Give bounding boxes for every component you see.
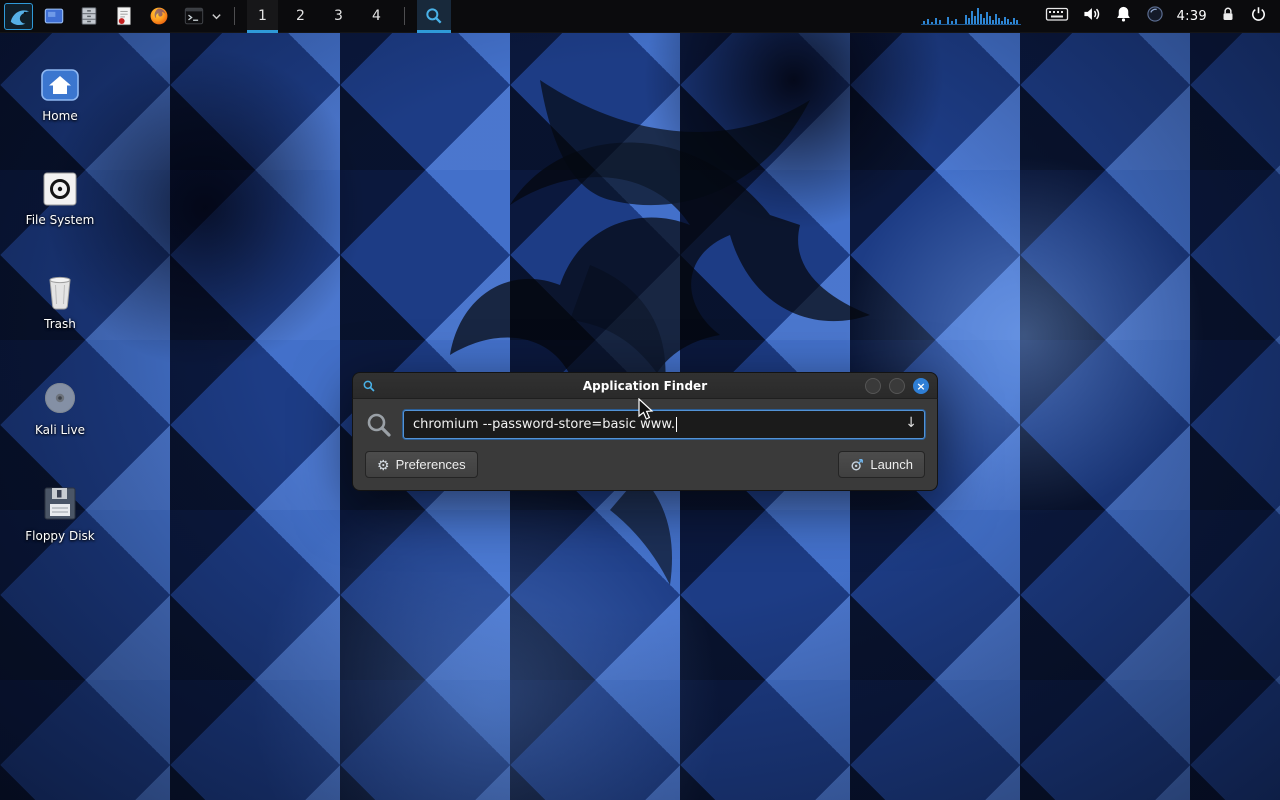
firefox-button[interactable] bbox=[145, 3, 173, 29]
notifications-applet[interactable] bbox=[1114, 4, 1133, 28]
kali-logo-icon bbox=[8, 5, 30, 27]
close-button[interactable]: × bbox=[913, 378, 929, 394]
command-input[interactable]: chromium --password-store=basic www. ↓ bbox=[403, 410, 925, 439]
workspace-3[interactable]: 3 bbox=[323, 0, 354, 33]
bell-icon bbox=[1114, 4, 1133, 24]
floppy-icon bbox=[10, 478, 110, 524]
status-tray-icon bbox=[1145, 4, 1165, 24]
power-icon bbox=[1249, 4, 1268, 24]
document-icon bbox=[113, 5, 135, 27]
volume-control[interactable] bbox=[1081, 4, 1102, 28]
launch-button[interactable]: Launch bbox=[838, 451, 925, 478]
desktop-icon-label: Kali Live bbox=[10, 423, 110, 437]
keyboard-indicator[interactable] bbox=[1045, 4, 1069, 28]
workspace-1[interactable]: 1 bbox=[247, 0, 278, 33]
desktop-window-icon bbox=[43, 5, 65, 27]
search-icon-large bbox=[365, 411, 393, 439]
dropdown-arrow-icon[interactable]: ↓ bbox=[905, 415, 917, 431]
show-desktop-button[interactable] bbox=[40, 3, 68, 29]
status-tray[interactable] bbox=[1145, 4, 1165, 28]
preferences-button-label: Preferences bbox=[396, 457, 466, 472]
firefox-icon bbox=[148, 5, 170, 27]
maximize-button[interactable] bbox=[889, 378, 905, 394]
panel-right: 4:39 bbox=[921, 0, 1276, 32]
workspace-2[interactable]: 2 bbox=[285, 0, 316, 33]
preferences-button[interactable]: ⚙ Preferences bbox=[365, 451, 478, 478]
desktop-icon-home[interactable]: Home bbox=[10, 58, 110, 123]
file-cabinet-icon bbox=[78, 5, 100, 27]
mouse-cursor bbox=[637, 398, 655, 422]
taskbar-application-finder-button[interactable] bbox=[417, 0, 451, 33]
applications-menu-button[interactable] bbox=[4, 3, 33, 30]
home-icon bbox=[10, 58, 110, 104]
desktop-icon-trash[interactable]: Trash bbox=[10, 266, 110, 331]
launch-button-label: Launch bbox=[870, 457, 913, 472]
file-manager-button[interactable] bbox=[75, 3, 103, 29]
desktop-icon-kali-live[interactable]: Kali Live bbox=[10, 372, 110, 437]
filesystem-drive-icon bbox=[10, 162, 110, 208]
workspace-4[interactable]: 4 bbox=[361, 0, 392, 33]
terminal-button[interactable] bbox=[180, 3, 208, 29]
desktop-icon-label: Home bbox=[10, 109, 110, 123]
keyboard-icon bbox=[1045, 4, 1069, 24]
clock[interactable]: 4:39 bbox=[1177, 9, 1207, 24]
lock-icon bbox=[1219, 4, 1237, 24]
trash-icon bbox=[10, 266, 110, 312]
desktop-icon-floppy-disk[interactable]: Floppy Disk bbox=[10, 478, 110, 543]
application-finder-window: Application Finder × chromium --password… bbox=[352, 372, 938, 491]
command-input-text: chromium --password-store=basic www. bbox=[413, 417, 675, 432]
system-monitor-graph[interactable] bbox=[921, 5, 1033, 27]
gear-icon: ⚙ bbox=[377, 458, 390, 472]
logout-button[interactable] bbox=[1249, 4, 1268, 28]
launch-icon bbox=[850, 458, 864, 472]
desktop-icon-label: Floppy Disk bbox=[10, 529, 110, 543]
disc-icon bbox=[10, 372, 110, 418]
window-controls: × bbox=[865, 378, 929, 394]
desktop-icon-file-system[interactable]: File System bbox=[10, 162, 110, 227]
search-icon bbox=[424, 6, 444, 26]
titlebar[interactable]: Application Finder × bbox=[352, 372, 938, 399]
text-editor-button[interactable] bbox=[110, 3, 138, 29]
terminal-dropdown-chevron[interactable] bbox=[211, 11, 222, 22]
panel-separator bbox=[234, 7, 235, 25]
window-title: Application Finder bbox=[353, 373, 937, 398]
desktop-icon-label: Trash bbox=[10, 317, 110, 331]
chevron-down-icon bbox=[211, 11, 222, 22]
text-caret bbox=[676, 417, 677, 432]
lock-screen-button[interactable] bbox=[1219, 4, 1237, 28]
minimize-button[interactable] bbox=[865, 378, 881, 394]
panel-separator bbox=[404, 7, 405, 25]
terminal-icon bbox=[183, 5, 205, 27]
volume-icon bbox=[1081, 4, 1102, 24]
close-icon: × bbox=[916, 381, 925, 392]
panel-left: 1 2 3 4 bbox=[4, 0, 451, 32]
desktop-icon-label: File System bbox=[10, 213, 110, 227]
top-panel: 1 2 3 4 bbox=[0, 0, 1280, 33]
